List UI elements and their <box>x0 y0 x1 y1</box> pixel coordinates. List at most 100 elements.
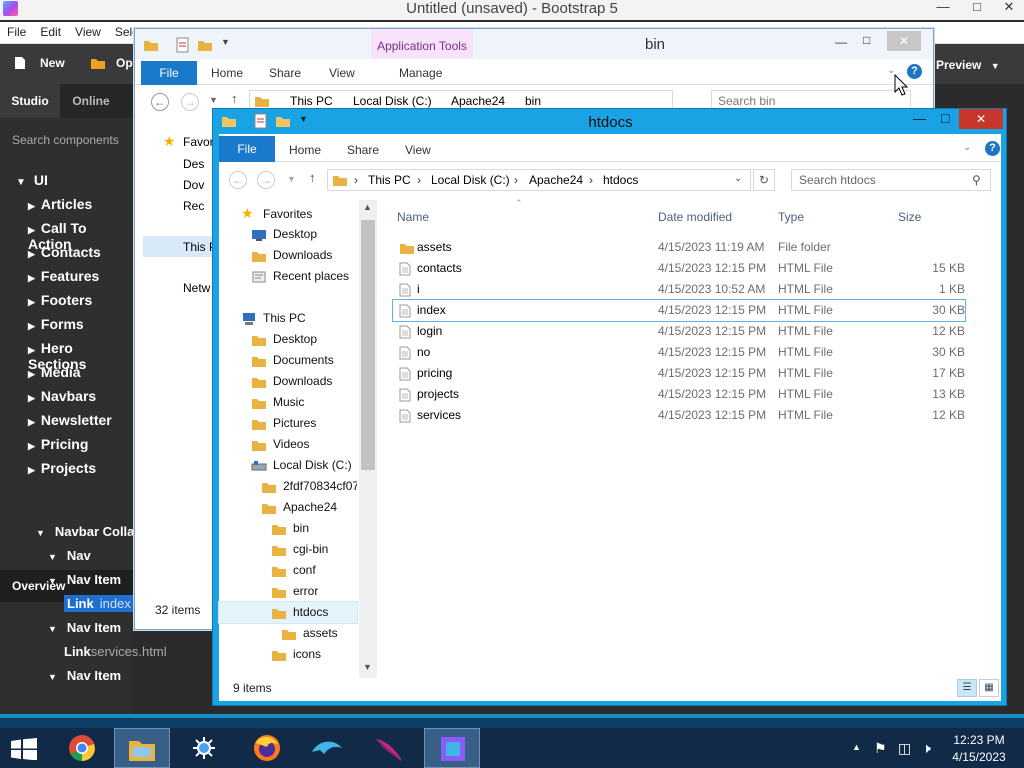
up-arrow-icon[interactable]: ↑ <box>309 170 316 185</box>
overview-node[interactable]: ▼ Nav Item <box>48 620 121 635</box>
bootstrap-studio-button[interactable] <box>424 728 480 768</box>
component-search-input[interactable]: Search components <box>12 129 133 151</box>
nav-item-desktop[interactable]: Desktop <box>219 329 357 350</box>
tab-studio[interactable]: Studio <box>0 84 60 118</box>
bin-path-apache[interactable]: Apache24 <box>451 94 505 108</box>
bin-tab-file[interactable]: File <box>141 61 197 85</box>
tree-item-footers[interactable]: ▶ Footers <box>28 292 92 308</box>
up-arrow-icon[interactable]: ↑ <box>231 91 238 106</box>
nav-item-local-disk-c-[interactable]: Local Disk (C:) <box>219 455 357 476</box>
bin-tab-share[interactable]: Share <box>269 66 301 80</box>
table-row[interactable]: contacts 4/15/2023 12:15 PM HTML File 15 KB <box>393 258 965 279</box>
menu-edit[interactable]: Edit <box>33 22 68 39</box>
column-date-modified[interactable]: Date modified <box>658 210 732 224</box>
htdocs-tab-view[interactable]: View <box>405 143 431 157</box>
nav-scrollbar-thumb[interactable] <box>361 220 375 470</box>
file-explorer-button[interactable] <box>114 728 170 768</box>
recent-locations-icon[interactable]: ▼ <box>209 95 218 105</box>
bin-tab-view[interactable]: View <box>329 66 355 80</box>
tree-item-features[interactable]: ▶ Features <box>28 268 99 284</box>
bootstrap-maximize-button[interactable]: □ <box>962 0 992 20</box>
tree-item-navbars[interactable]: ▶ Navbars <box>28 388 96 404</box>
refresh-button[interactable]: ↻ <box>753 169 775 191</box>
overview-node[interactable]: ▼ Nav Item <box>48 572 121 587</box>
htdocs-minimize-button[interactable]: — <box>913 111 933 126</box>
bootstrap-minimize-button[interactable]: — <box>928 0 958 20</box>
preview-button[interactable]: Preview ▼ <box>928 54 1008 76</box>
help-icon[interactable]: ? <box>907 64 922 79</box>
quick-access-dropdown-icon[interactable]: ▼ <box>221 37 230 47</box>
clock-date[interactable]: 4/15/2023 <box>944 750 1014 764</box>
bin-path-disk[interactable]: Local Disk (C:) <box>353 94 432 108</box>
show-hidden-icons-icon[interactable]: ▲ <box>852 742 861 752</box>
address-dropdown-icon[interactable]: ⌄ <box>734 173 742 184</box>
scroll-down-icon[interactable]: ▼ <box>363 662 372 672</box>
network-icon[interactable]: ◫ <box>898 740 911 757</box>
bin-nav-favorites[interactable]: Favor <box>183 135 214 149</box>
nav-item-error[interactable]: error <box>219 581 357 602</box>
tree-item-media[interactable]: ▶ Media <box>28 364 81 380</box>
column-size[interactable]: Size <box>898 210 921 224</box>
nav-item-music[interactable]: Music <box>219 392 357 413</box>
firefox-button[interactable] <box>238 728 294 768</box>
clock-time[interactable]: 12:23 PM <box>944 733 1014 747</box>
large-icons-view-button[interactable]: ▦ <box>979 679 999 697</box>
nav-item-downloads[interactable]: Downloads <box>219 245 357 266</box>
htdocs-maximize-button[interactable]: □ <box>941 110 961 126</box>
table-row[interactable]: projects 4/15/2023 12:15 PM HTML File 13 KB <box>393 384 965 405</box>
nav-item-bin[interactable]: bin <box>219 518 357 539</box>
tree-item-newsletter[interactable]: ▶ Newsletter <box>28 412 112 428</box>
overview-node[interactable]: Linkservices.html <box>60 644 167 659</box>
nav-item-conf[interactable]: conf <box>219 560 357 581</box>
htdocs-address-bar[interactable]: › This PC › Local Disk (C:) › Apache24 ›… <box>327 169 751 191</box>
chevron-down-icon[interactable]: ⌄ <box>963 142 971 153</box>
nav-item-assets[interactable]: assets <box>219 623 357 644</box>
nav-item-this-pc[interactable]: This PC <box>219 308 357 329</box>
settings-button[interactable] <box>178 728 234 768</box>
overview-node[interactable]: ▼ Nav <box>48 548 91 563</box>
table-row[interactable]: services 4/15/2023 12:15 PM HTML File 12 KB <box>393 405 965 426</box>
back-arrow-icon[interactable]: ← <box>151 93 169 111</box>
htdocs-tab-home[interactable]: Home <box>289 143 321 157</box>
overview-node[interactable]: ▼ Navbar Collap <box>36 524 142 539</box>
nav-item-cgi-bin[interactable]: cgi-bin <box>219 539 357 560</box>
nav-item-htdocs[interactable]: htdocs <box>218 601 358 624</box>
nav-scrollbar[interactable]: ▲ ▼ <box>359 200 377 678</box>
menu-view[interactable]: View <box>68 22 108 39</box>
back-arrow-icon[interactable]: ← <box>229 171 247 189</box>
bin-minimize-button[interactable]: — <box>835 35 859 49</box>
bin-nav-downloads[interactable]: Dov <box>183 178 204 192</box>
bin-close-button[interactable]: ✕ <box>887 31 921 51</box>
htdocs-search-input[interactable]: Search htdocs ⚲ <box>791 169 991 191</box>
table-row[interactable]: i 4/15/2023 10:52 AM HTML File 1 KB <box>393 279 965 300</box>
htdocs-path-disk[interactable]: Local Disk (C:) <box>431 173 510 187</box>
action-center-flag-icon[interactable]: ⚑ <box>874 740 887 757</box>
volume-muted-icon[interactable]: 🕨 <box>922 740 931 757</box>
table-row[interactable]: pricing 4/15/2023 12:15 PM HTML File 17 KB <box>393 363 965 384</box>
htdocs-path-htdocs[interactable]: htdocs <box>603 173 638 187</box>
tree-ui[interactable]: ▼ UI <box>16 172 48 188</box>
nav-item-downloads[interactable]: Downloads <box>219 371 357 392</box>
bin-path-thispc[interactable]: This PC <box>290 94 333 108</box>
htdocs-path-thispc[interactable]: This PC <box>368 173 411 187</box>
recent-locations-icon[interactable]: ▼ <box>287 174 296 184</box>
tree-item-projects[interactable]: ▶ Projects <box>28 460 96 476</box>
details-view-button[interactable]: ☰ <box>957 679 977 697</box>
feather-button[interactable] <box>360 728 416 768</box>
menu-file[interactable]: File <box>0 22 33 39</box>
bin-tab-home[interactable]: Home <box>211 66 243 80</box>
table-row[interactable]: index 4/15/2023 12:15 PM HTML File 30 KB <box>392 299 966 322</box>
htdocs-close-button[interactable]: ✕ <box>959 109 1003 129</box>
bin-nav-network[interactable]: Netw <box>183 281 210 295</box>
overview-node[interactable]: Link index <box>60 595 134 612</box>
tree-item-articles[interactable]: ▶ Articles <box>28 196 92 212</box>
bin-path-bin[interactable]: bin <box>525 94 541 108</box>
nav-item-icons[interactable]: icons <box>219 644 357 665</box>
help-icon[interactable]: ? <box>985 141 1000 156</box>
forward-arrow-icon[interactable]: → <box>257 171 275 189</box>
htdocs-tab-file[interactable]: File <box>219 136 275 162</box>
bin-maximize-button[interactable]: □ <box>863 33 887 47</box>
table-row[interactable]: no 4/15/2023 12:15 PM HTML File 30 KB <box>393 342 965 363</box>
tree-item-pricing[interactable]: ▶ Pricing <box>28 436 88 452</box>
nav-item-recent-places[interactable]: Recent places <box>219 266 357 287</box>
